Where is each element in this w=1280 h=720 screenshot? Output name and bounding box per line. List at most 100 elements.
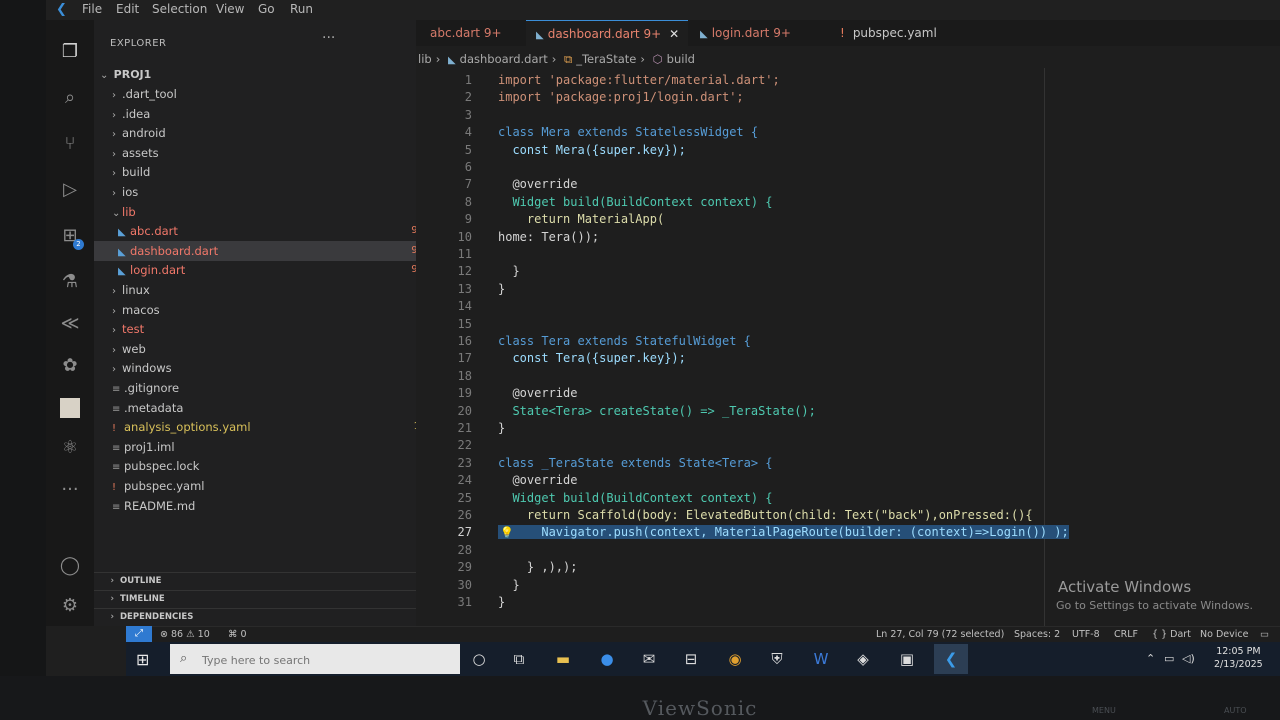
code-line[interactable]: 25 Widget build(BuildContext context) { [416, 490, 1276, 507]
code-line[interactable]: 20 State<Tera> createState() => _TeraSta… [416, 403, 1276, 420]
code-line[interactable]: 9 return MaterialApp( [416, 211, 1276, 228]
menu-go[interactable]: Go [258, 0, 275, 18]
code-line[interactable]: 22 [416, 437, 1276, 454]
code-line[interactable]: 23 class _TeraState extends State<Tera> { [416, 455, 1276, 472]
tree-item[interactable]: › macos [94, 300, 434, 320]
tree-item[interactable]: ⌄ lib [94, 202, 434, 222]
code-line[interactable]: 5 const Mera({super.key}); [416, 142, 1276, 159]
code-line[interactable]: 16 class Tera extends StatefulWidget { [416, 333, 1276, 350]
code-line[interactable]: 15 [416, 316, 1276, 333]
terminal-icon[interactable]: ▣ [896, 649, 918, 669]
tree-item[interactable]: › .idea [94, 104, 434, 124]
breadcrumb-method[interactable]: build [667, 52, 695, 66]
tree-item[interactable]: ≡ .gitignore [94, 378, 434, 398]
menu-view[interactable]: View [216, 0, 244, 18]
code-line[interactable]: 4 class Mera extends StatelessWidget { [416, 124, 1276, 141]
code-line[interactable]: 10 home: Tera()); [416, 229, 1276, 246]
tree-item[interactable]: ≡ .metadata [94, 398, 434, 418]
source-control-icon[interactable]: ⑂ [58, 132, 82, 156]
tree-item[interactable]: › android [94, 123, 434, 143]
code-line[interactable]: 3 [416, 107, 1276, 124]
status-encoding[interactable]: UTF-8 [1072, 627, 1100, 643]
status-language[interactable]: { } Dart [1152, 627, 1191, 643]
testing-icon[interactable]: ⚗ [58, 270, 82, 294]
tree-item[interactable]: › build [94, 162, 434, 182]
explorer-icon[interactable]: ❐ [58, 40, 82, 64]
tree-root[interactable]: ⌄ PROJ1 [94, 64, 422, 84]
tree-item[interactable]: › windows [94, 358, 434, 378]
code-line[interactable]: 18 [416, 368, 1276, 385]
explorer-more-button[interactable]: ··· [322, 30, 335, 46]
breadcrumb-file[interactable]: dashboard.dart [460, 52, 548, 66]
tree-item[interactable]: ◣abc.dart9+ [94, 221, 440, 241]
code-line[interactable]: 11 [416, 246, 1276, 263]
breadcrumb-class[interactable]: _TeraState [576, 52, 636, 66]
code-line[interactable]: 6 [416, 159, 1276, 176]
tree-item[interactable]: ≡ README.md [94, 496, 434, 516]
tree-item[interactable]: ≡ proj1.iml [94, 437, 434, 457]
tab-login-dart[interactable]: ◣ login.dart 9+ [692, 20, 830, 46]
tree-item[interactable]: › web [94, 339, 434, 359]
tree-item[interactable]: ◣login.dart9+ [94, 260, 440, 280]
code-line[interactable]: 27 Navigator.push(context, MaterialPageR… [416, 524, 1276, 541]
chrome-icon[interactable]: ◉ [724, 649, 746, 669]
status-indentation[interactable]: Spaces: 2 [1014, 627, 1060, 643]
task-view-icon[interactable]: ⧉ [508, 649, 530, 669]
menu-edit[interactable]: Edit [116, 0, 139, 18]
security-shield-icon[interactable]: ⛨ [766, 649, 788, 669]
status-device[interactable]: No Device [1200, 627, 1248, 643]
tree-item[interactable]: › assets [94, 143, 434, 163]
lightbulb-icon[interactable]: 💡 [500, 524, 514, 541]
status-cursor-position[interactable]: Ln 27, Col 79 (72 selected) [876, 627, 1004, 643]
code-line[interactable]: 12 } [416, 263, 1276, 280]
menu-selection[interactable]: Selection [152, 0, 207, 18]
code-line[interactable]: 28 [416, 542, 1276, 559]
menu-file[interactable]: File [82, 0, 102, 18]
edge-browser-icon[interactable]: ● [596, 649, 618, 669]
code-line[interactable]: 19 @override [416, 385, 1276, 402]
word-icon[interactable]: W [810, 649, 832, 669]
breadcrumb-lib[interactable]: lib [418, 52, 432, 66]
code-line[interactable]: 14 [416, 298, 1276, 315]
cortana-icon[interactable]: ○ [468, 649, 490, 669]
react-icon[interactable]: ⚛ [58, 436, 82, 460]
tree-item[interactable]: ◣dashboard.dart9+ [94, 240, 440, 261]
more-icon[interactable]: ··· [58, 478, 82, 502]
tree-item[interactable]: › ios [94, 182, 434, 202]
code-line[interactable]: 29 } ,),); [416, 559, 1276, 576]
code-line[interactable]: 2 import 'package:proj1/login.dart'; [416, 89, 1276, 106]
tree-item[interactable]: › test [94, 319, 434, 339]
code-line[interactable]: 7 @override [416, 176, 1276, 193]
flutter-icon[interactable]: ≪ [58, 312, 82, 336]
remote-indicator-icon[interactable]: ⤢ [126, 626, 152, 642]
remote-explorer-icon[interactable] [58, 396, 82, 420]
tab-pubspec-yaml[interactable]: ! pubspec.yaml [830, 20, 960, 46]
network-icon[interactable]: ▭ [1164, 652, 1174, 665]
file-explorer-icon[interactable]: ▬ [552, 649, 574, 669]
code-editor[interactable]: 1 import 'package:flutter/material.dart';… [416, 72, 1280, 624]
account-icon[interactable]: ◯ [58, 554, 82, 578]
status-eol[interactable]: CRLF [1114, 627, 1138, 643]
tree-item[interactable]: !analysis_options.yaml1 [94, 417, 434, 437]
windows-start-icon[interactable]: ⊞ [136, 650, 149, 669]
run-debug-icon[interactable]: ▷ [58, 178, 82, 202]
code-line[interactable]: 8 Widget build(BuildContext context) { [416, 194, 1276, 211]
status-ports[interactable]: ⌘ 0 [228, 627, 247, 643]
tree-item[interactable]: › linux [94, 280, 434, 300]
tray-chevron-up-icon[interactable]: ⌃ [1146, 652, 1155, 665]
tree-item[interactable]: ≡ pubspec.lock [94, 456, 434, 476]
notifications-bell-icon[interactable]: ▭ [1260, 627, 1269, 643]
taskbar-search-box[interactable]: ⌕ [170, 644, 460, 674]
mail-icon[interactable]: ✉ [638, 649, 660, 669]
section-outline[interactable]: › OUTLINE [94, 572, 416, 590]
openai-icon[interactable]: ✿ [58, 354, 82, 378]
vscode-taskbar-icon[interactable]: ❮ [934, 644, 968, 674]
taskbar-clock[interactable]: 12:05 PM 2/13/2025 [1214, 645, 1263, 671]
volume-icon[interactable]: ◁) [1182, 652, 1195, 665]
code-line[interactable]: 24 @override [416, 472, 1276, 489]
store-icon[interactable]: ⊟ [680, 649, 702, 669]
tree-item[interactable]: › .dart_tool [94, 84, 434, 104]
extensions-icon[interactable]: ⊞ 2 [58, 224, 84, 250]
menu-run[interactable]: Run [290, 0, 313, 18]
tab-dashboard-dart[interactable]: ◣ dashboard.dart 9+ ✕ [526, 20, 688, 47]
